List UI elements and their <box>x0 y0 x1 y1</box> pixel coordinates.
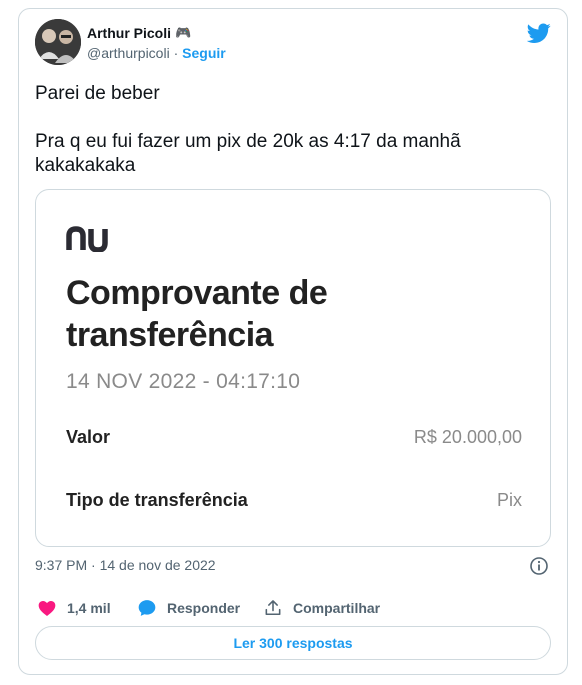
receipt-title: Comprovante de transferência <box>66 272 506 356</box>
separator-dot: · <box>169 45 183 61</box>
author-name[interactable]: Arthur Picoli <box>87 25 171 41</box>
reply-bubble-icon <box>138 600 156 616</box>
row-label: Valor <box>66 427 111 447</box>
tweet-card: Arthur Picoli 🎮 @arthurpicoli · Seguir P… <box>18 8 568 675</box>
tweet-actions: 1,4 mil Responder Compartilhar <box>37 598 551 620</box>
avatar-photo <box>35 19 81 65</box>
gamepad-emoji-icon: 🎮 <box>175 25 192 40</box>
handle-line: @arthurpicoli · Seguir <box>87 45 226 61</box>
tweet-text: Parei de beber Pra q eu fui fazer um pix… <box>35 82 545 178</box>
read-replies-button[interactable]: Ler 300 respostas <box>35 626 551 660</box>
tweet-header: Arthur Picoli 🎮 @arthurpicoli · Seguir <box>35 19 551 69</box>
info-icon[interactable] <box>529 556 549 576</box>
receipt-title-line-2: transferência <box>66 316 274 354</box>
reply-label: Responder <box>167 600 241 616</box>
row-value: R$ 20.000,00 <box>413 427 522 447</box>
receipt-image[interactable]: Comprovante de transferência 14 NOV 2022… <box>35 189 551 547</box>
like-button[interactable]: 1,4 mil <box>37 598 111 618</box>
author-handle[interactable]: @arthurpicoli <box>87 45 170 61</box>
follow-button[interactable]: Seguir <box>182 45 226 61</box>
tweet-line-1: Parei de beber <box>35 83 160 104</box>
heart-icon <box>38 601 56 616</box>
share-label: Compartilhar <box>293 600 381 616</box>
share-button[interactable]: Compartilhar <box>263 598 380 618</box>
share-icon <box>265 600 281 616</box>
tweet-timestamp[interactable]: 9:37 PM · 14 de nov de 2022 <box>35 557 216 573</box>
reply-button[interactable]: Responder <box>137 598 240 618</box>
receipt-title-line-1: Comprovante de <box>66 274 328 312</box>
author-name-row[interactable]: Arthur Picoli 🎮 <box>87 25 226 41</box>
nubank-logo <box>66 226 108 252</box>
receipt-datetime: 14 NOV 2022 - 04:17:10 <box>66 370 301 393</box>
tweet-line-2: Pra q eu fui fazer um pix de 20k as 4:17… <box>35 131 461 176</box>
twitter-bird-icon[interactable] <box>527 21 551 45</box>
author-block: Arthur Picoli 🎮 @arthurpicoli · Seguir <box>87 25 226 61</box>
row-label: Tipo de transferência <box>66 490 248 510</box>
row-value: Pix <box>496 490 522 510</box>
like-count: 1,4 mil <box>67 600 111 616</box>
avatar[interactable] <box>35 19 81 65</box>
